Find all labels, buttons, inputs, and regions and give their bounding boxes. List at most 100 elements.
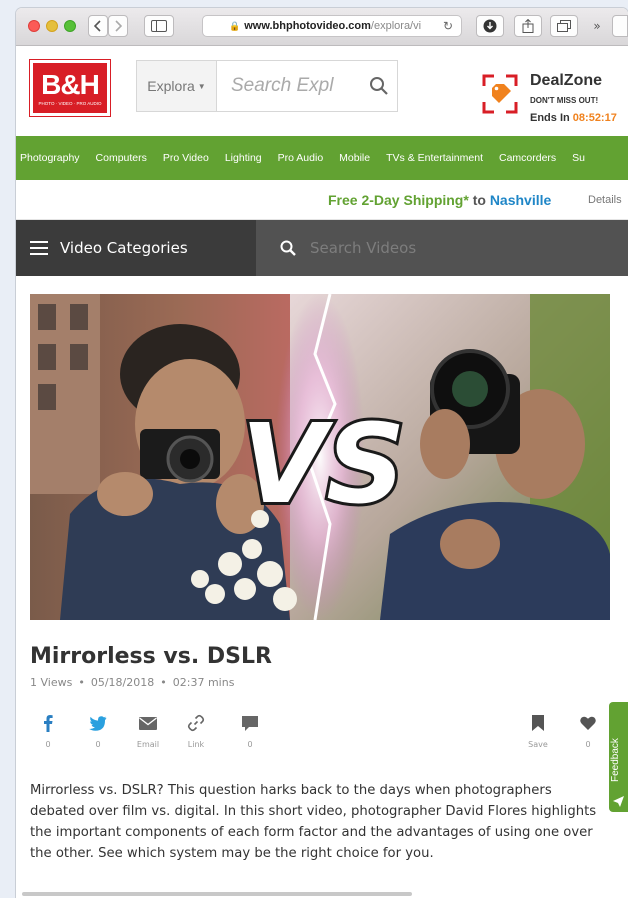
shipping-message: Free 2-Day Shipping* to Nashville: [328, 192, 551, 208]
facebook-icon: [44, 715, 53, 732]
address-bar[interactable]: 🔒 www.bhphotovideo.com/explora/vi ↻: [202, 15, 462, 37]
send-icon: [613, 796, 624, 807]
link-icon: [187, 714, 205, 732]
main-nav: Photography Computers Pro Video Lighting…: [16, 136, 628, 180]
vs-text: VS: [241, 404, 405, 514]
link-label: Link: [187, 740, 205, 749]
facebook-share-button[interactable]: 0: [28, 712, 68, 749]
video-description: Mirrorless vs. DSLR? This question harks…: [30, 783, 597, 861]
price-tag-icon: [482, 74, 518, 114]
video-search-field[interactable]: Search Videos: [256, 220, 628, 276]
zoom-window-button[interactable]: [64, 20, 76, 32]
shipping-offer: Free 2-Day Shipping*: [328, 192, 469, 208]
nav-item-truncated[interactable]: Su: [572, 152, 585, 164]
share-button[interactable]: [514, 15, 542, 37]
nav-item-mobile[interactable]: Mobile: [339, 152, 370, 164]
video-meta: 1 Views • 05/18/2018 • 02:37 mins: [30, 676, 235, 689]
comments-button[interactable]: 0: [230, 712, 270, 749]
overflow-button[interactable]: »: [588, 15, 606, 37]
bh-logo[interactable]: B&H PHOTO · VIDEO · PRO AUDIO: [29, 59, 111, 117]
comment-icon: [242, 715, 258, 731]
nav-item-pro-audio[interactable]: Pro Audio: [278, 152, 324, 164]
email-icon: [139, 716, 157, 730]
vs-overlay: VS: [238, 404, 408, 514]
explora-search-input[interactable]: Search Expl: [217, 75, 361, 97]
email-label: Email: [136, 740, 160, 749]
like-button[interactable]: 0: [568, 712, 608, 749]
minimize-window-button[interactable]: [46, 20, 58, 32]
shipping-city-link[interactable]: Nashville: [490, 192, 551, 208]
double-chevron-icon: »: [593, 19, 601, 33]
caret-down-icon: ▼: [197, 81, 206, 91]
twitter-count: 0: [95, 740, 101, 749]
url-host: www.bhphotovideo.com: [244, 20, 371, 32]
menu-icon: [30, 241, 48, 255]
nav-item-pro-video[interactable]: Pro Video: [163, 152, 209, 164]
horizontal-scrollbar[interactable]: [22, 892, 412, 896]
lock-icon: 🔒: [229, 20, 241, 31]
nav-item-computers[interactable]: Computers: [96, 152, 147, 164]
video-categories-button[interactable]: Video Categories: [16, 220, 256, 276]
new-tab-button[interactable]: [612, 15, 628, 37]
dealzone-subtitle: DON'T MISS OUT!: [530, 96, 599, 105]
reload-icon[interactable]: ↻: [443, 19, 453, 33]
video-duration: 02:37 mins: [172, 676, 235, 689]
dealzone-countdown: Ends In 08:52:17: [530, 112, 617, 124]
view-count: 1 Views: [30, 676, 73, 689]
dealzone-ends-label: Ends In: [530, 112, 570, 124]
back-button[interactable]: [88, 15, 108, 37]
nav-item-lighting[interactable]: Lighting: [225, 152, 262, 164]
twitter-icon: [89, 715, 107, 731]
video-title: Mirrorless vs. DSLR: [30, 644, 272, 669]
bookmark-icon: [532, 715, 544, 731]
tabs-button[interactable]: [550, 15, 578, 37]
video-thumbnail[interactable]: VS: [30, 294, 610, 620]
shipping-banner: Free 2-Day Shipping* to Nashville Detail…: [16, 180, 628, 220]
nav-item-camcorders[interactable]: Camcorders: [499, 152, 556, 164]
nav-item-photography[interactable]: Photography: [20, 152, 80, 164]
video-toolbar: Video Categories Search Videos: [16, 220, 628, 276]
dealzone-timer: 08:52:17: [572, 112, 617, 124]
explora-search-box: Explora ▼ Search Expl: [136, 60, 398, 112]
forward-button[interactable]: [108, 15, 128, 37]
video-search-placeholder: Search Videos: [310, 239, 417, 257]
search-icon: [280, 240, 296, 256]
search-icon: [370, 77, 388, 95]
nav-item-tvs-entertainment[interactable]: TVs & Entertainment: [386, 152, 483, 164]
facebook-count: 0: [45, 740, 51, 749]
feedback-tab[interactable]: Feedback: [609, 702, 628, 812]
explora-dropdown[interactable]: Explora ▼: [137, 61, 217, 111]
downloads-button[interactable]: [476, 15, 504, 37]
save-label: Save: [528, 740, 548, 749]
video-categories-label: Video Categories: [60, 239, 188, 257]
heart-icon: [580, 716, 596, 730]
twitter-share-button[interactable]: 0: [78, 712, 118, 749]
chevron-left-icon: [94, 20, 101, 32]
dealzone-title: DealZone: [530, 72, 603, 89]
tabs-icon: [557, 20, 571, 32]
comments-count: 0: [247, 740, 253, 749]
browser-window: 🔒 www.bhphotovideo.com/explora/vi ↻ » B&…: [16, 8, 628, 898]
sidebar-button[interactable]: [144, 15, 174, 37]
share-toolbar: 0 0 Email Link 0 Save 0: [16, 712, 628, 764]
explora-search-button[interactable]: [361, 61, 397, 111]
url-path: /explora/vi: [370, 20, 422, 32]
copy-link-button[interactable]: Link: [176, 712, 216, 749]
chevron-right-icon: [115, 20, 122, 32]
publish-date: 05/18/2018: [90, 676, 155, 689]
explora-dropdown-label: Explora: [147, 78, 195, 94]
likes-count: 0: [585, 740, 591, 749]
logo-subtext: PHOTO · VIDEO · PRO AUDIO: [38, 100, 102, 106]
close-window-button[interactable]: [28, 20, 40, 32]
share-icon: [522, 19, 534, 33]
save-button[interactable]: Save: [518, 712, 558, 749]
logo-text: B&H: [41, 68, 100, 100]
feedback-label: Feedback: [610, 738, 621, 782]
shipping-to: to: [472, 192, 486, 208]
site-header: B&H PHOTO · VIDEO · PRO AUDIO Explora ▼ …: [16, 46, 628, 136]
email-share-button[interactable]: Email: [128, 712, 168, 749]
dealzone-promo[interactable]: DealZone DON'T MISS OUT! Ends In 08:52:1…: [482, 68, 628, 128]
download-icon: [483, 19, 497, 33]
sidebar-icon: [151, 20, 167, 32]
shipping-details-link[interactable]: Details: [588, 194, 622, 206]
